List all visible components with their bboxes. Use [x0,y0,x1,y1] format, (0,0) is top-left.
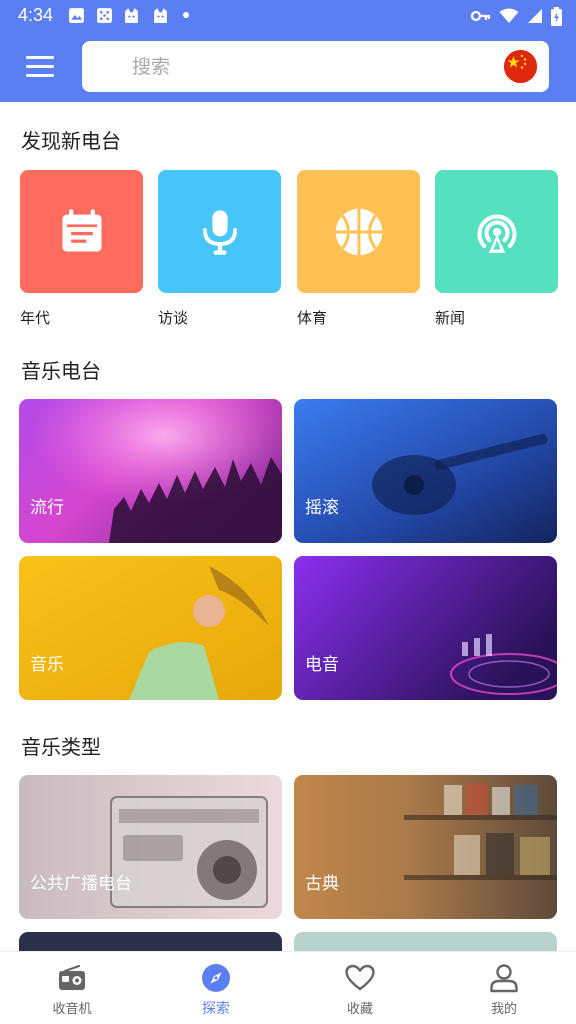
station-label: 流行 [30,498,64,518]
china-flag-icon [504,50,537,83]
section-title-music-genres: 音乐类型 [21,735,101,759]
nav-tab-radio[interactable]: 收音机 [0,952,144,1024]
vpn-key-icon [471,10,491,22]
battery-charging-icon [551,6,562,26]
nav-tab-profile[interactable]: 我的 [432,952,576,1024]
cat-notification-icon [125,8,138,23]
discover-label: 年代 [20,309,51,327]
concert-crowd-image [19,399,282,543]
wifi-icon [499,8,519,23]
discover-item-sports[interactable]: 体育 [297,170,420,328]
discover-label: 体育 [297,309,328,327]
search-bar[interactable] [82,41,549,92]
signal-icon [528,9,542,23]
basketball-icon [335,208,382,255]
pattern-notification-icon [97,8,112,23]
app-bar: 4:34 [0,0,576,102]
station-card-electronic[interactable]: 电音 [294,556,557,700]
nav-label: 探索 [202,1001,230,1017]
genre-label: 公共广播电台 [30,874,132,894]
status-time: 4:34 [18,5,54,25]
section-title-music-stations: 音乐电台 [21,359,101,383]
listening-woman-image [19,556,282,700]
nav-tab-favorites[interactable]: 收藏 [288,952,432,1024]
genre-label: 古典 [305,874,339,894]
station-label: 音乐 [30,655,64,675]
discover-tile[interactable] [158,170,281,293]
discover-tile[interactable] [297,170,420,293]
compass-icon [202,964,230,992]
cat-notification-icon-2 [154,8,167,23]
station-label: 摇滚 [305,498,339,518]
calendar-icon [62,208,101,251]
discover-label: 新闻 [435,309,466,327]
dj-turntable-image [294,556,557,700]
status-bar: 4:34 [0,0,576,32]
genre-card-public-radio[interactable]: 公共广播电台 [19,775,282,919]
menu-button[interactable] [24,55,56,79]
station-label: 电音 [305,655,339,675]
record-shelf-image [294,775,557,919]
nav-label: 收藏 [346,1002,373,1017]
discover-tile[interactable] [435,170,558,293]
nav-label: 收音机 [52,1002,92,1017]
status-icons [471,6,562,26]
broadcast-icon [476,214,517,253]
user-icon [490,964,518,993]
discover-item-news[interactable]: 新闻 [435,170,558,328]
bottom-navigation: 收音机 探索 收藏 我的 [0,951,576,1024]
discover-tile[interactable] [20,170,143,293]
genre-card-classical[interactable]: 古典 [294,775,557,919]
nav-label: 我的 [490,1002,517,1017]
boombox-image [19,775,282,919]
heart-icon [345,964,375,991]
menu-icon [26,56,54,59]
section-title-discover: 发现新电台 [21,129,121,153]
more-notifications-dot-icon [183,12,189,18]
microphone-icon [202,209,237,255]
station-card-music[interactable]: 音乐 [19,556,282,700]
discover-item-era[interactable]: 年代 [20,170,143,328]
discover-item-talk[interactable]: 访谈 [158,170,281,328]
search-input[interactable] [132,41,492,92]
country-flag-button[interactable] [504,50,537,83]
station-card-rock[interactable]: 摇滚 [294,399,557,543]
nav-tab-explore[interactable]: 探索 [144,952,288,1024]
discover-label: 访谈 [158,309,189,327]
guitar-image [294,399,557,543]
radio-icon [59,964,85,990]
station-card-pop[interactable]: 流行 [19,399,282,543]
gallery-notification-icon [69,8,84,23]
